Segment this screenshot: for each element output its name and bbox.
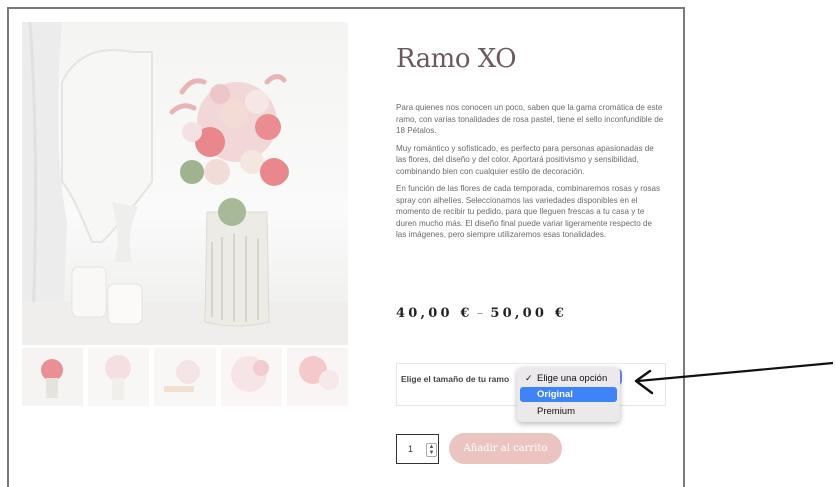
option-original-label: Original <box>537 389 573 400</box>
quantity-value: 1 <box>408 444 414 454</box>
bouquet-illustration <box>22 22 348 345</box>
add-to-cart-button[interactable]: Añadir al carrito <box>449 433 562 464</box>
price-separator: – <box>476 306 487 321</box>
arrow-left-icon <box>634 361 834 395</box>
product-description: Para quienes nos conocen un poco, saben … <box>396 102 664 247</box>
thumbnail-2[interactable] <box>88 348 150 406</box>
thumbnail-3[interactable] <box>154 348 216 406</box>
option-elige[interactable]: ✓ Elige una opción <box>520 371 617 386</box>
thumbnail-1[interactable] <box>22 348 84 406</box>
description-paragraph-1: Para quienes nos conocen un poco, saben … <box>396 103 664 135</box>
description-paragraph-2: Muy romántico y sofisticado, es perfecto… <box>396 143 654 176</box>
quantity-stepper[interactable]: 1 ▲ ▼ <box>396 434 439 464</box>
description-paragraph-3: En función de las flores de cada tempora… <box>396 184 661 239</box>
size-select-dropdown[interactable]: ✓ Elige una opción Original Premium <box>517 367 620 422</box>
product-main-image[interactable] <box>22 22 348 345</box>
check-icon: ✓ <box>525 373 533 383</box>
size-label: Elige el tamaño de tu ramo <box>401 374 510 384</box>
thumbnail-4[interactable] <box>220 348 282 406</box>
option-original[interactable]: Original <box>520 387 617 402</box>
thumbnail-strip <box>22 348 349 406</box>
thumbnail-5[interactable] <box>286 348 349 406</box>
option-premium[interactable]: Premium <box>520 404 617 419</box>
option-elige-label: Elige una opción <box>537 373 608 384</box>
option-premium-label: Premium <box>537 406 576 417</box>
price-range: 40,00 € –50,00 € <box>396 306 567 321</box>
price-min: 40,00 € <box>396 306 473 321</box>
product-title: Ramo XO <box>396 44 517 74</box>
price-max: 50,00 € <box>490 306 568 321</box>
updown-spinner-icon[interactable]: ▲ ▼ <box>426 443 437 457</box>
